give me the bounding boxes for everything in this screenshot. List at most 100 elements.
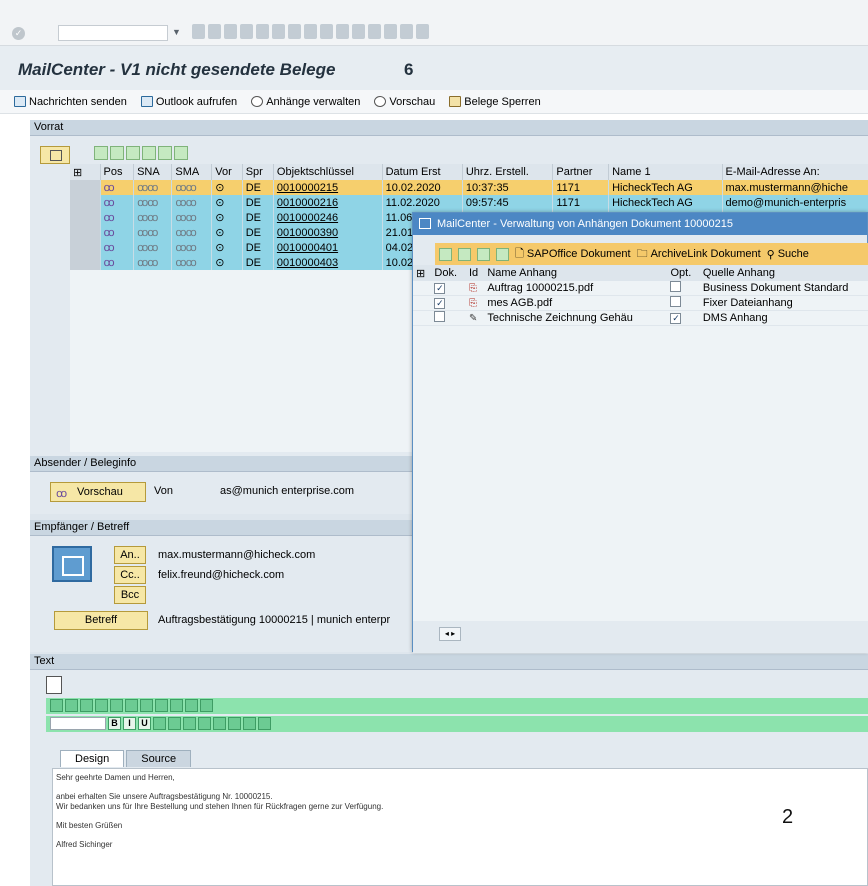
- command-field[interactable]: [58, 25, 168, 41]
- column-header[interactable]: Id: [465, 265, 485, 281]
- font-select[interactable]: [50, 717, 106, 730]
- object-key-link[interactable]: 0010000390: [273, 225, 383, 240]
- help-icon[interactable]: [400, 24, 413, 39]
- mail-body-editor[interactable]: Sehr geehrte Damen und Herren, anbei erh…: [52, 768, 868, 886]
- tab-design[interactable]: Design: [60, 750, 125, 767]
- row-selector[interactable]: [70, 195, 101, 210]
- tab-source[interactable]: Source: [126, 750, 192, 767]
- layout-grid-icon[interactable]: [174, 146, 188, 160]
- layout-grid-icon[interactable]: [496, 247, 509, 261]
- outlook-button[interactable]: Outlook aufrufen: [140, 96, 237, 108]
- opt-checkbox[interactable]: ✓: [670, 313, 682, 324]
- shortcut-icon[interactable]: [384, 24, 397, 39]
- column-header[interactable]: E-Mail-Adresse An:: [722, 164, 868, 180]
- next-page-icon[interactable]: [336, 24, 349, 39]
- cc-value[interactable]: felix.freund@hicheck.com: [158, 569, 284, 581]
- layout-icon[interactable]: [416, 24, 429, 39]
- first-page-icon[interactable]: [304, 24, 317, 39]
- column-header[interactable]: Objektschlüssel: [273, 164, 383, 180]
- select-layout-button[interactable]: [40, 146, 70, 164]
- preview-icon[interactable]: ꝏ: [100, 225, 135, 240]
- row-selector[interactable]: [70, 255, 101, 270]
- document-icon[interactable]: [46, 676, 62, 694]
- find-icon[interactable]: [140, 699, 153, 712]
- preview-icon[interactable]: ꝏ: [100, 195, 135, 210]
- subject-button[interactable]: Betreff: [54, 611, 148, 630]
- align-right-icon[interactable]: [213, 717, 226, 730]
- find-icon[interactable]: [272, 24, 285, 39]
- column-header[interactable]: Opt.: [667, 265, 700, 281]
- column-header[interactable]: Partner: [552, 164, 610, 180]
- table-row[interactable]: ✓ ⎘ mes AGB.pdf Fixer Dateianhang: [413, 295, 868, 311]
- object-key-link[interactable]: 0010000401: [273, 240, 383, 255]
- subject-value[interactable]: Auftragsbestätigung 10000215 | munich en…: [158, 614, 390, 626]
- preview-icon[interactable]: ꝏ: [100, 210, 135, 225]
- select-all-icon[interactable]: ⊞: [413, 265, 432, 281]
- preview-icon[interactable]: ꝏ: [100, 180, 135, 195]
- copy-icon[interactable]: [80, 699, 93, 712]
- image-icon[interactable]: [170, 699, 183, 712]
- table-row[interactable]: ✎ Technische Zeichnung Gehäu ✓ DMS Anhan…: [413, 310, 868, 326]
- object-key-link[interactable]: 0010000216: [273, 195, 383, 210]
- list-icon[interactable]: [228, 717, 241, 730]
- export-icon[interactable]: [477, 247, 490, 261]
- table-row[interactable]: ✓ ⎘ Auftrag 10000215.pdf Business Dokume…: [413, 281, 868, 296]
- save-icon[interactable]: [50, 699, 63, 712]
- save-icon[interactable]: [192, 24, 205, 39]
- cancel-icon[interactable]: [240, 24, 253, 39]
- replace-icon[interactable]: [155, 699, 168, 712]
- object-key-link[interactable]: 0010000403: [273, 255, 383, 270]
- select-all-icon[interactable]: ⊞: [70, 164, 101, 180]
- address-book-icon[interactable]: [52, 546, 92, 582]
- preview-icon[interactable]: ꝏ: [100, 240, 135, 255]
- enter-icon[interactable]: ✓: [12, 27, 25, 40]
- find-next-icon[interactable]: [288, 24, 301, 39]
- underline-icon[interactable]: U: [138, 717, 151, 730]
- search-button[interactable]: ⚲ Suche: [767, 248, 809, 261]
- column-header[interactable]: Pos: [100, 164, 135, 180]
- sum-icon[interactable]: [142, 146, 156, 160]
- paste-icon[interactable]: [95, 699, 108, 712]
- row-selector[interactable]: [70, 240, 101, 255]
- table-insert-icon[interactable]: [258, 717, 271, 730]
- column-header[interactable]: Datum Erst: [382, 164, 463, 180]
- details-icon[interactable]: [439, 247, 452, 261]
- scroll-arrows-icon[interactable]: ◂ ▸: [439, 627, 461, 641]
- new-session-icon[interactable]: [368, 24, 381, 39]
- opt-checkbox[interactable]: [670, 281, 682, 292]
- row-selector[interactable]: [70, 180, 101, 195]
- to-value[interactable]: max.mustermann@hicheck.com: [158, 549, 315, 561]
- cc-button[interactable]: Cc..: [114, 566, 146, 584]
- column-header[interactable]: SNA: [133, 164, 173, 180]
- column-header[interactable]: Spr: [242, 164, 274, 180]
- column-header[interactable]: Name Anhang: [484, 265, 668, 281]
- object-key-link[interactable]: 0010000215: [273, 180, 383, 195]
- chevron-down-icon[interactable]: ▼: [172, 27, 181, 37]
- details-icon[interactable]: [94, 146, 108, 160]
- dok-checkbox[interactable]: ✓: [434, 283, 446, 294]
- undo-icon[interactable]: [110, 699, 123, 712]
- preview-icon[interactable]: ꝏ: [100, 255, 135, 270]
- back-icon[interactable]: [208, 24, 221, 39]
- column-header[interactable]: Dok.: [431, 265, 466, 281]
- send-messages-button[interactable]: Nachrichten senden: [14, 96, 127, 108]
- print-icon[interactable]: [256, 24, 269, 39]
- sender-preview-button[interactable]: ꝏ Vorschau: [50, 482, 146, 502]
- filter-icon[interactable]: [126, 146, 140, 160]
- object-key-link[interactable]: 0010000246: [273, 210, 383, 225]
- column-header[interactable]: SMA: [171, 164, 213, 180]
- link-icon[interactable]: [200, 699, 213, 712]
- last-page-icon[interactable]: [352, 24, 365, 39]
- align-center-icon[interactable]: [198, 717, 211, 730]
- export-icon[interactable]: [158, 146, 172, 160]
- table-row[interactable]: ꝏ ꝏꝏ ꝏꝏ ⊙ DE 0010000216 11.02.2020 09:57…: [70, 195, 868, 210]
- to-button[interactable]: An..: [114, 546, 146, 564]
- opt-checkbox[interactable]: [670, 296, 682, 307]
- filter-icon[interactable]: [458, 247, 471, 261]
- sort-asc-icon[interactable]: [110, 146, 124, 160]
- table-icon[interactable]: [185, 699, 198, 712]
- align-left-icon[interactable]: [183, 717, 196, 730]
- sapoffice-document-button[interactable]: 🗋 SAPOffice Dokument: [515, 245, 631, 264]
- column-header[interactable]: Quelle Anhang: [699, 265, 868, 281]
- bcc-button[interactable]: Bcc: [114, 586, 146, 604]
